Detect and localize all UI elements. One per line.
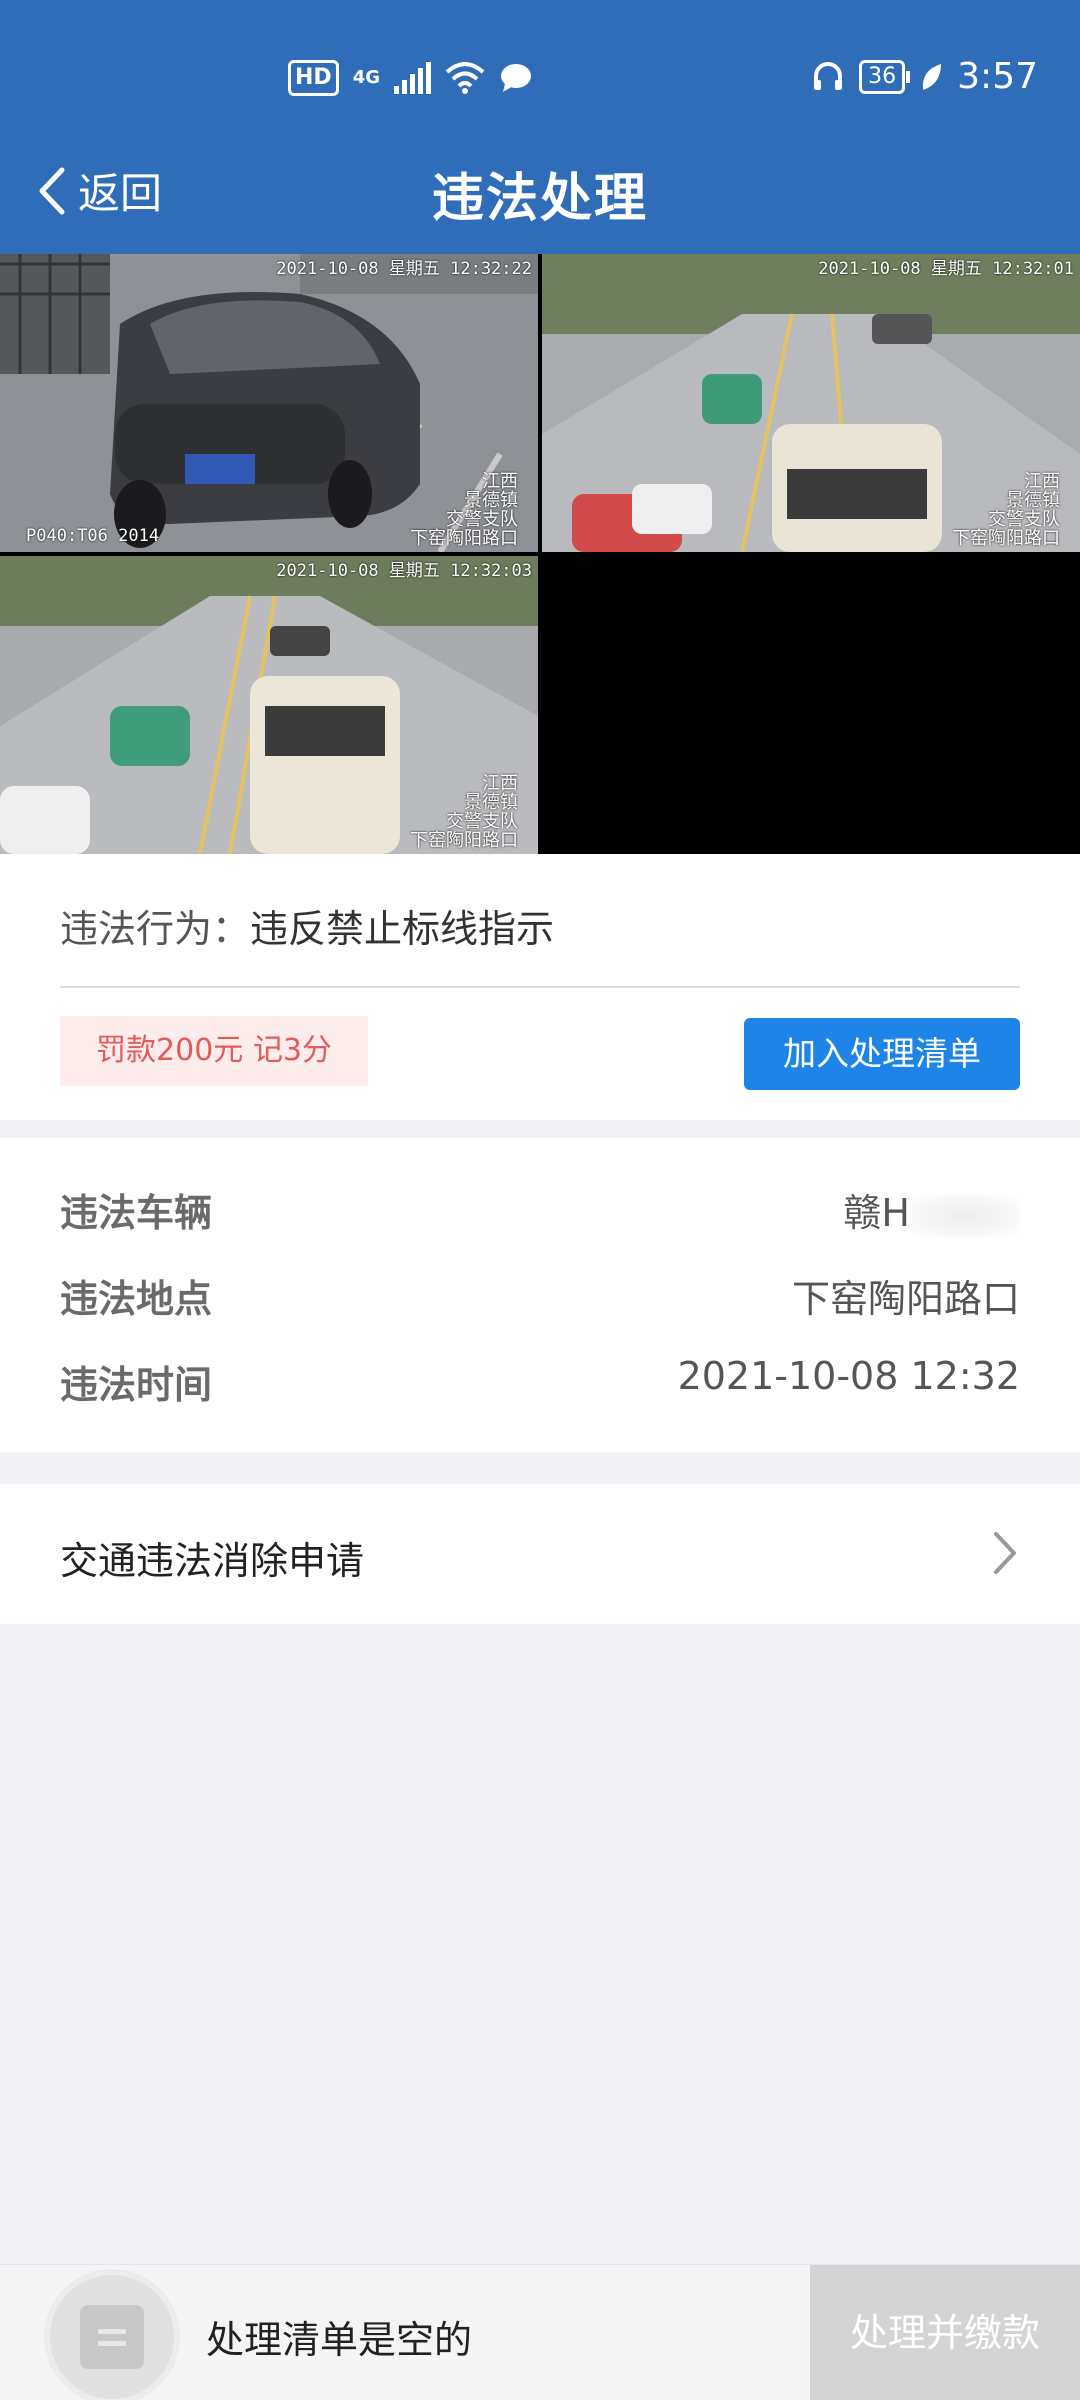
message-icon [501, 64, 531, 92]
signal-icon [394, 62, 431, 94]
behavior-label: 违法行为： [60, 907, 251, 951]
nav-header: 返回 违法处理 [0, 150, 1080, 230]
violation-photo-3[interactable]: 2021-10-08 星期五 12:32:03 江西 景德镇 交警支队 下窑陶阳… [0, 556, 538, 854]
behavior-value: 违反禁止标线指示 [250, 907, 555, 951]
photo-location: 江西 景德镇 交警支队 下窑陶阳路口 [410, 471, 518, 549]
top-bar: HD 4G 36 3:57 返回 违法处理 [0, 0, 1080, 254]
photo-timestamp: 2021-10-08 星期五 12:32:01 [818, 259, 1074, 279]
battery-icon: 36 [859, 59, 911, 94]
violation-details-card: 违法车辆 赣H 违法地点 下窑陶阳路口 违法时间 2021-10-08 12:3… [0, 1138, 1080, 1452]
elimination-application-row[interactable]: 交通违法消除申请 [0, 1484, 1080, 1624]
clock: 3:57 [957, 56, 1038, 97]
page-title: 违法处理 [431, 169, 648, 229]
vehicle-label: 违法车辆 [60, 1191, 213, 1235]
vehicle-value: 赣H [843, 1182, 1020, 1237]
violation-summary-card: 违法行为：违反禁止标线指示 罚款200元 记3分 加入处理清单 [0, 854, 1080, 1120]
photo-placeholder [542, 556, 1080, 854]
wifi-icon [445, 62, 485, 94]
status-bar: HD 4G 36 3:57 [0, 56, 1080, 104]
process-list-icon[interactable] [50, 2275, 174, 2399]
bottom-action-bar: 处理清单是空的 处理并缴款 [0, 2264, 1080, 2400]
add-to-list-button[interactable]: 加入处理清单 [744, 1018, 1020, 1090]
detail-row-time: 违法时间 2021-10-08 12:32 [60, 1354, 1020, 1414]
detail-row-location: 违法地点 下窑陶阳路口 [60, 1268, 1020, 1328]
photo-location: 江西 景德镇 交警支队 下窑陶阳路口 [952, 471, 1060, 549]
detail-row-vehicle: 违法车辆 赣H [60, 1182, 1020, 1242]
violation-photo-2[interactable]: 2021-10-08 星期五 12:32:01 江西 景德镇 交警支队 下窑陶阳… [542, 254, 1080, 552]
chevron-right-icon [994, 1532, 1016, 1574]
location-label: 违法地点 [60, 1277, 213, 1321]
process-list-status: 处理清单是空的 [206, 2318, 473, 2362]
hd-icon: HD [288, 60, 339, 96]
photo-code: P040:T06 2014 [26, 526, 160, 546]
violation-photo-grid: 2021-10-08 星期五 12:32:22 江西 景德镇 交警支队 下窑陶阳… [0, 254, 1080, 854]
divider [60, 986, 1020, 988]
headset-icon [814, 61, 843, 90]
network-type: 4G [352, 67, 380, 88]
penalty-badge: 罚款200元 记3分 [60, 1016, 368, 1086]
photo-timestamp: 2021-10-08 星期五 12:32:22 [276, 259, 532, 279]
plate-blur [910, 1194, 1020, 1237]
leaf-icon [922, 63, 942, 90]
photo-timestamp: 2021-10-08 星期五 12:32:03 [276, 561, 532, 581]
violation-behavior: 违法行为：违反禁止标线指示 [60, 898, 554, 953]
elimination-label: 交通违法消除申请 [60, 1539, 365, 1583]
process-and-pay-button[interactable]: 处理并缴款 [810, 2265, 1080, 2400]
violation-photo-1[interactable]: 2021-10-08 星期五 12:32:22 江西 景德镇 交警支队 下窑陶阳… [0, 254, 538, 552]
time-value: 2021-10-08 12:32 [677, 1354, 1020, 1398]
location-value: 下窑陶阳路口 [791, 1277, 1020, 1321]
photo-location: 江西 景德镇 交警支队 下窑陶阳路口 [410, 773, 518, 851]
document-icon [80, 2305, 144, 2369]
time-label: 违法时间 [60, 1363, 213, 1407]
